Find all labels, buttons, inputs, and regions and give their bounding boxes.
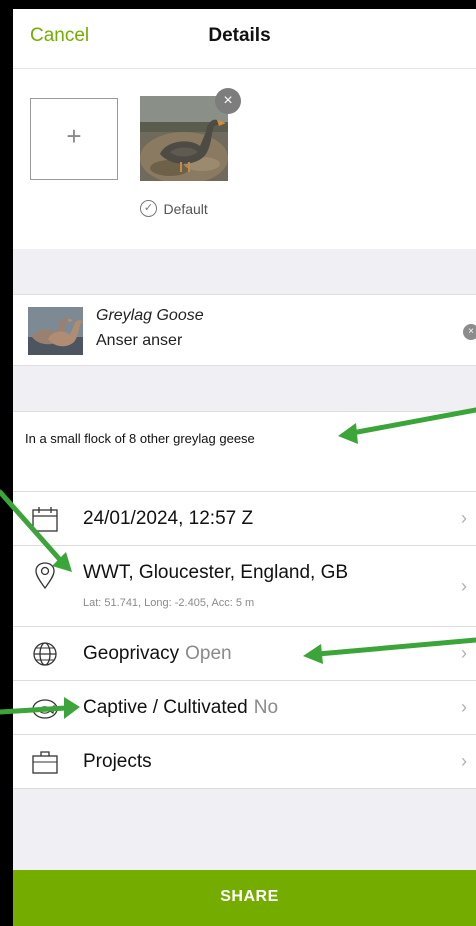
clear-species-button[interactable]: × — [463, 324, 476, 340]
geoprivacy-value: Open — [185, 643, 232, 664]
globe-icon — [33, 642, 57, 666]
captive-icon — [32, 699, 58, 719]
geoprivacy-label: Geoprivacy Open — [83, 643, 232, 665]
captive-label: Captive / Cultivated No — [83, 697, 278, 719]
default-photo-toggle[interactable]: ✓ Default — [140, 200, 208, 218]
calendar-icon — [32, 507, 58, 532]
remove-photo-button[interactable]: × — [215, 88, 241, 114]
projects-row[interactable]: Projects › — [13, 734, 476, 788]
chevron-right-icon: › — [461, 576, 467, 596]
captive-title: Captive / Cultivated — [83, 697, 248, 718]
share-button[interactable]: SHARE — [13, 870, 476, 926]
chevron-right-icon: › — [461, 751, 467, 771]
add-photo-button[interactable]: + — [30, 98, 118, 180]
device-bezel — [0, 0, 13, 926]
date-label: 24/01/2024, 12:57 Z — [83, 508, 254, 529]
location-coordinates: Lat: 51.741, Long: -2.405, Acc: 5 m — [83, 597, 255, 609]
plus-icon: + — [66, 121, 82, 151]
geoprivacy-row[interactable]: Geoprivacy Open › — [13, 626, 476, 680]
section-divider — [13, 249, 476, 294]
notes-field[interactable]: In a small flock of 8 other greylag gees… — [13, 411, 476, 471]
geoprivacy-title: Geoprivacy — [83, 643, 180, 664]
chevron-right-icon: › — [461, 643, 467, 663]
section-divider — [13, 366, 476, 411]
species-scientific-name: Anser anser — [96, 332, 183, 349]
location-row[interactable]: WWT, Gloucester, England, GB Lat: 51.741… — [13, 545, 476, 626]
empty-space — [13, 788, 476, 870]
share-label: SHARE — [220, 888, 279, 905]
photo-section: + × ✓ Default — [13, 69, 476, 249]
projects-label: Projects — [83, 751, 152, 772]
date-row[interactable]: 24/01/2024, 12:57 Z › — [13, 491, 476, 545]
location-label: WWT, Gloucester, England, GB — [83, 562, 349, 583]
chevron-right-icon: › — [461, 697, 467, 717]
chevron-right-icon: › — [461, 508, 467, 528]
species-common-name: Greylag Goose — [96, 307, 204, 324]
captive-row[interactable]: Captive / Cultivated No › — [13, 680, 476, 734]
page-title: Details — [208, 25, 271, 46]
notes-text: In a small flock of 8 other greylag gees… — [25, 431, 255, 446]
species-thumbnail — [28, 307, 83, 355]
check-circle-icon: ✓ — [140, 200, 157, 218]
details-screen: Cancel Details + × ✓ Default Greylag Goo… — [13, 9, 476, 926]
location-pin-icon — [35, 562, 55, 590]
nav-bar: Cancel Details — [13, 9, 476, 69]
captive-value: No — [253, 697, 279, 718]
default-label: Default — [163, 200, 208, 217]
briefcase-icon — [32, 751, 58, 774]
spacer — [13, 471, 476, 491]
species-row[interactable]: Greylag Goose Anser anser × — [13, 294, 476, 366]
observation-photo[interactable] — [140, 96, 228, 181]
